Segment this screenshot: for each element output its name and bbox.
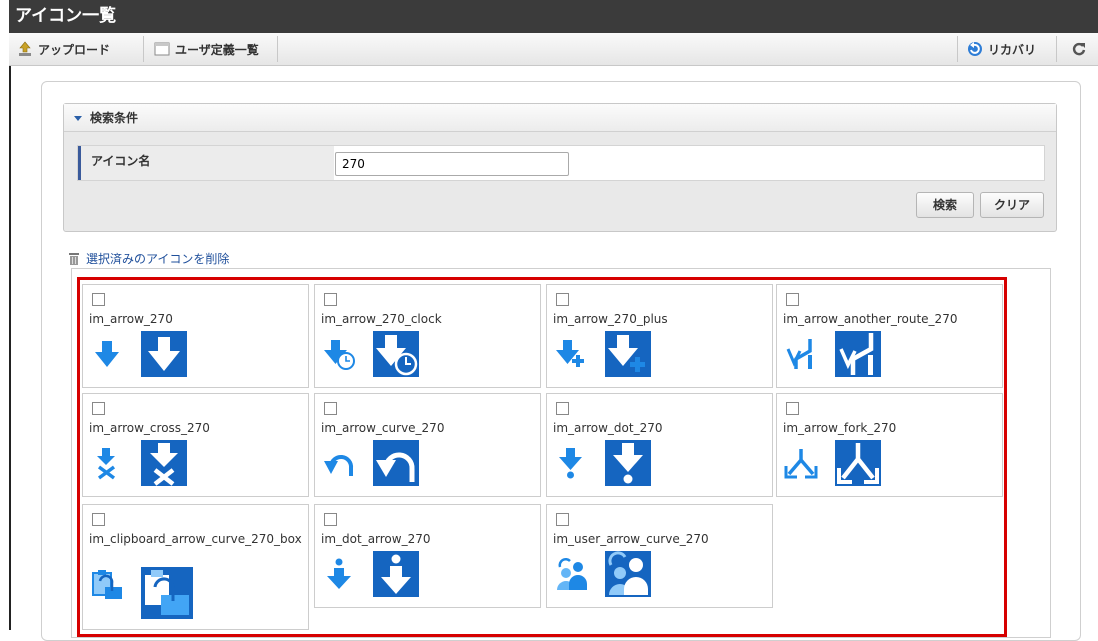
upload-icon — [19, 41, 31, 56]
icon-name-input[interactable] — [335, 152, 569, 176]
delete-selected-link[interactable]: 選択済みのアイコンを削除 — [68, 250, 229, 267]
clear-button[interactable]: クリア — [980, 192, 1044, 218]
upload-label: アップロード — [38, 42, 111, 57]
user-defined-list-button[interactable]: ユーザ定義一覧 — [146, 33, 276, 65]
highlight-frame — [77, 277, 1007, 637]
left-border — [9, 66, 11, 630]
icon-name-label: アイコン名 — [78, 146, 334, 180]
recovery-button[interactable]: リカバリ — [959, 33, 1055, 65]
list-icon — [154, 42, 170, 56]
upload-button[interactable]: アップロード — [9, 33, 142, 65]
collapse-triangle-icon — [74, 116, 82, 121]
search-header-label: 検索条件 — [90, 111, 139, 125]
refresh-icon — [1072, 42, 1085, 56]
trash-icon — [69, 253, 79, 265]
icon-name-row: アイコン名 — [77, 145, 1045, 181]
delete-selected-label: 選択済みのアイコンを削除 — [86, 252, 230, 266]
toolbar: アップロード ユーザ定義一覧 リカバリ — [9, 33, 1098, 66]
recovery-label: リカバリ — [988, 42, 1037, 57]
search-conditions: 検索条件 アイコン名 検索 クリア — [63, 103, 1057, 232]
recovery-icon — [968, 42, 982, 56]
search-header[interactable]: 検索条件 — [64, 104, 1056, 132]
user-defined-list-label: ユーザ定義一覧 — [175, 42, 259, 57]
window-title: アイコン一覧 — [9, 0, 1098, 33]
refresh-button[interactable] — [1059, 33, 1098, 65]
search-button[interactable]: 検索 — [916, 192, 974, 218]
